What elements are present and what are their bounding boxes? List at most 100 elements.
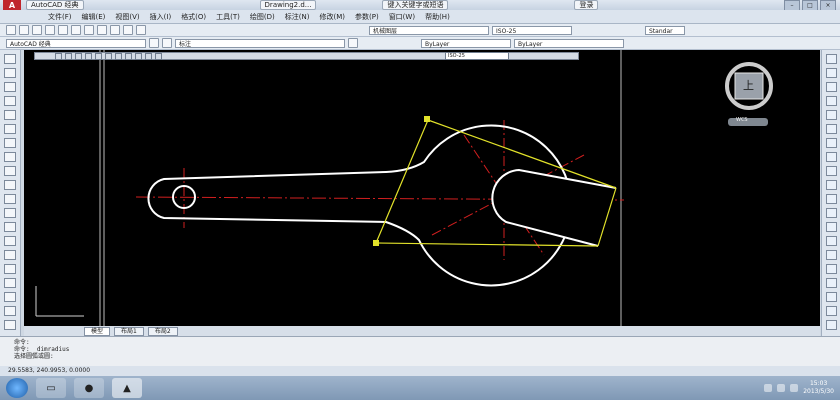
workspace-title[interactable]: AutoCAD 经典 bbox=[26, 0, 84, 10]
clock[interactable]: 15:03 2013/5/30 bbox=[803, 380, 834, 396]
dim-style-combo[interactable]: ISO-25 bbox=[445, 52, 509, 60]
pan-icon[interactable] bbox=[123, 25, 133, 35]
mtext-icon[interactable] bbox=[4, 306, 16, 316]
fillet-icon[interactable] bbox=[825, 250, 837, 260]
save-icon[interactable] bbox=[32, 25, 42, 35]
print-icon[interactable] bbox=[45, 25, 55, 35]
revision-cloud-icon[interactable] bbox=[4, 152, 16, 162]
dimension-grip-bottom[interactable] bbox=[373, 240, 379, 246]
insert-block-icon[interactable] bbox=[4, 208, 16, 218]
polyline-icon[interactable] bbox=[4, 82, 16, 92]
settings-icon[interactable] bbox=[149, 38, 159, 48]
explode-icon[interactable] bbox=[825, 264, 837, 274]
explorer-taskbar-icon[interactable]: ▭ bbox=[36, 378, 66, 398]
menu-view[interactable]: 视图(V) bbox=[115, 12, 139, 22]
menu-insert[interactable]: 插入(I) bbox=[150, 12, 172, 22]
menu-draw[interactable]: 绘图(D) bbox=[250, 12, 275, 22]
array-icon[interactable] bbox=[825, 110, 837, 120]
quick-dim-icon[interactable] bbox=[135, 52, 142, 60]
menu-format[interactable]: 格式(O) bbox=[181, 12, 206, 22]
add-selected-icon[interactable] bbox=[4, 320, 16, 330]
wcs-menu-button[interactable] bbox=[728, 118, 768, 126]
copy-object-icon[interactable] bbox=[825, 68, 837, 78]
rectangle-icon[interactable] bbox=[4, 110, 16, 120]
menu-file[interactable]: 文件(F) bbox=[48, 12, 72, 22]
command-window[interactable]: 命令: 命令: _dimradius 选择圆弧或圆: bbox=[0, 336, 840, 366]
ellipse-arc-icon[interactable] bbox=[4, 194, 16, 204]
layer-previous-icon[interactable] bbox=[348, 38, 358, 48]
continue-icon[interactable] bbox=[155, 52, 162, 60]
copy-icon[interactable] bbox=[71, 25, 81, 35]
erase-icon[interactable] bbox=[825, 54, 837, 64]
scale-icon[interactable] bbox=[825, 152, 837, 162]
jogged-icon[interactable] bbox=[105, 52, 112, 60]
offset-icon[interactable] bbox=[825, 96, 837, 106]
linetype-select[interactable]: ByLayer bbox=[514, 38, 624, 48]
color-select[interactable]: ByLayer bbox=[421, 38, 511, 48]
ellipse-icon[interactable] bbox=[4, 180, 16, 190]
redo-icon[interactable] bbox=[110, 25, 120, 35]
gradient-icon[interactable] bbox=[4, 264, 16, 274]
menu-edit[interactable]: 编辑(E) bbox=[82, 12, 106, 22]
polygon-icon[interactable] bbox=[4, 96, 16, 106]
paste-icon[interactable] bbox=[84, 25, 94, 35]
linear-dim-icon[interactable] bbox=[55, 52, 62, 60]
layer-select[interactable]: 标注 bbox=[175, 38, 345, 48]
chamfer-icon[interactable] bbox=[825, 236, 837, 246]
trim-icon[interactable] bbox=[825, 180, 837, 190]
angular-icon[interactable] bbox=[125, 52, 132, 60]
new-icon[interactable] bbox=[6, 25, 16, 35]
cut-icon[interactable] bbox=[58, 25, 68, 35]
join-icon[interactable] bbox=[825, 222, 837, 232]
circle-icon[interactable] bbox=[4, 138, 16, 148]
tab-layout1[interactable]: 布局1 bbox=[114, 326, 144, 336]
diameter-icon[interactable] bbox=[115, 52, 122, 60]
radius-icon[interactable] bbox=[95, 52, 102, 60]
layer-manager-icon[interactable] bbox=[162, 38, 172, 48]
hatch-icon[interactable] bbox=[4, 250, 16, 260]
ime-icon[interactable] bbox=[790, 384, 799, 392]
menu-window[interactable]: 窗口(W) bbox=[389, 12, 415, 22]
zoom-icon[interactable] bbox=[136, 25, 146, 35]
extend-icon[interactable] bbox=[825, 194, 837, 204]
menu-dimension[interactable]: 标注(N) bbox=[285, 12, 310, 22]
aligned-dim-icon[interactable] bbox=[65, 52, 72, 60]
mirror-icon[interactable] bbox=[825, 82, 837, 92]
region-icon[interactable] bbox=[4, 278, 16, 288]
construction-line-icon[interactable] bbox=[4, 68, 16, 78]
menu-help[interactable]: 帮助(H) bbox=[425, 12, 450, 22]
stretch-icon[interactable] bbox=[825, 166, 837, 176]
line-icon[interactable] bbox=[4, 54, 16, 64]
spline-icon[interactable] bbox=[4, 166, 16, 176]
rotate-icon[interactable] bbox=[825, 138, 837, 148]
make-block-icon[interactable] bbox=[4, 222, 16, 232]
tab-layout2[interactable]: 布局2 bbox=[147, 326, 178, 336]
open-icon[interactable] bbox=[19, 25, 29, 35]
start-button[interactable] bbox=[6, 378, 28, 398]
tab-model[interactable]: 模型 bbox=[84, 326, 111, 336]
move-icon[interactable] bbox=[825, 124, 837, 134]
drawing-canvas[interactable]: 上 WCS bbox=[24, 50, 820, 326]
menu-modify[interactable]: 修改(M) bbox=[319, 12, 345, 22]
volume-icon[interactable] bbox=[777, 384, 786, 392]
menu-parametric[interactable]: 参数(P) bbox=[355, 12, 379, 22]
ordinate-icon[interactable] bbox=[85, 52, 92, 60]
warning-icon[interactable] bbox=[825, 320, 837, 330]
match-properties-icon[interactable] bbox=[825, 306, 837, 316]
arc-icon[interactable] bbox=[4, 124, 16, 134]
properties-icon[interactable] bbox=[825, 292, 837, 302]
arc-length-icon[interactable] bbox=[75, 52, 82, 60]
table-icon[interactable] bbox=[4, 292, 16, 302]
network-icon[interactable] bbox=[764, 384, 773, 392]
dimension-grip-top[interactable] bbox=[424, 116, 430, 122]
scale-2-icon[interactable] bbox=[825, 278, 837, 288]
search-input[interactable]: 键入关键字或短语 bbox=[382, 0, 449, 10]
media-taskbar-icon[interactable]: ● bbox=[74, 378, 104, 398]
undo-icon[interactable] bbox=[97, 25, 107, 35]
autocad-taskbar-icon[interactable]: ▲ bbox=[112, 378, 142, 398]
dim-style-select[interactable]: ISO-25 bbox=[492, 25, 572, 35]
text-style-select[interactable]: 机械图层 bbox=[369, 25, 489, 35]
login-button[interactable]: 登录 bbox=[574, 0, 599, 10]
baseline-icon[interactable] bbox=[145, 52, 152, 60]
table-style-select[interactable]: Standar bbox=[645, 25, 685, 35]
